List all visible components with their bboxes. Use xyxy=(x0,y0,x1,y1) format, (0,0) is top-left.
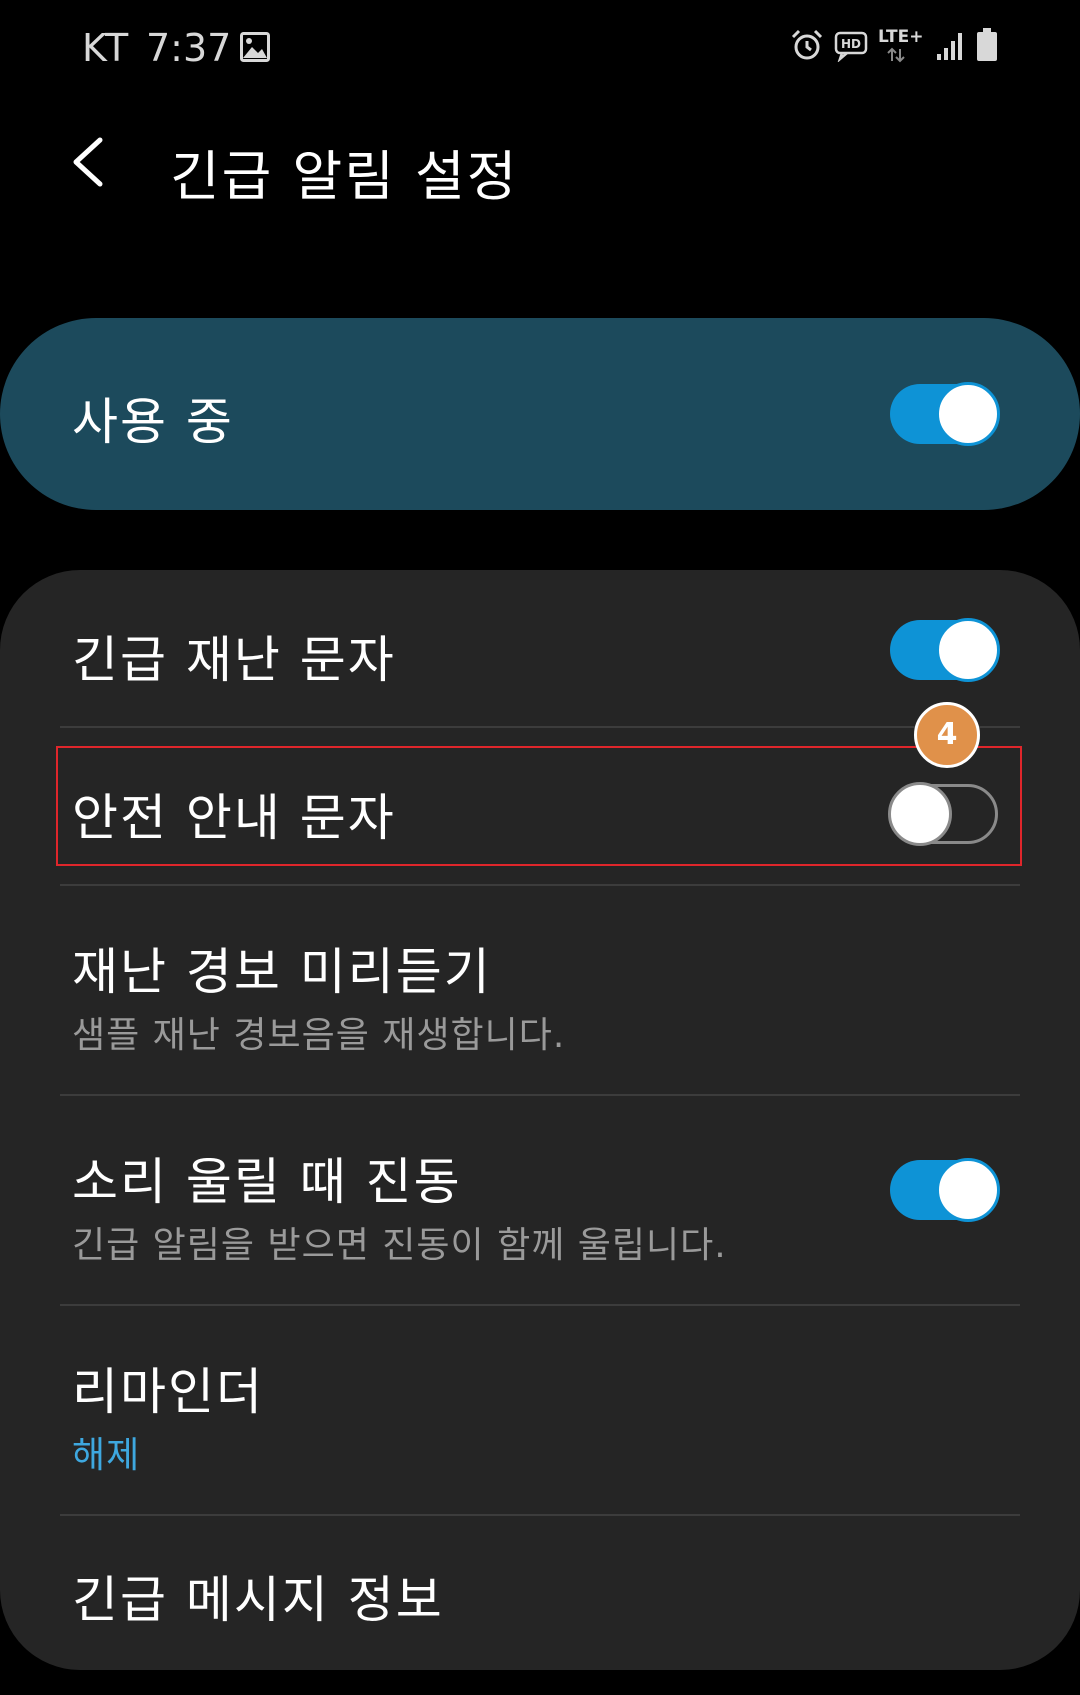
alarm-icon xyxy=(790,28,824,66)
setting-row-reminder[interactable]: 리마인더 해제 xyxy=(0,1306,1080,1516)
vibrate-on-sound-toggle[interactable] xyxy=(890,1158,1000,1222)
image-icon xyxy=(240,32,270,62)
status-icons: HD LTE+ xyxy=(790,26,1000,72)
divider xyxy=(60,726,1020,728)
master-switch-label: 사용 중 xyxy=(72,393,234,451)
status-bar: KT 7:37 HD LTE+ xyxy=(0,0,1080,96)
setting-subtitle: 샘플 재난 경보음을 재생합니다. xyxy=(72,1015,566,1056)
page-title: 긴급 알림 설정 xyxy=(170,145,519,208)
setting-value: 해제 xyxy=(72,1435,141,1476)
hd-voice-icon: HD xyxy=(834,30,870,66)
setting-subtitle: 긴급 알림을 받으면 진동이 함께 울립니다. xyxy=(72,1225,727,1266)
setting-row-disaster-alert-preview[interactable]: 재난 경보 미리듣기 샘플 재난 경보음을 재생합니다. xyxy=(0,886,1080,1096)
settings-list: 긴급 재난 문자 안전 안내 문자 4 재난 경보 미리듣기 샘플 재난 경보음… xyxy=(0,570,1080,1670)
step-badge: 4 xyxy=(914,702,980,768)
toggle-knob xyxy=(936,1158,1000,1222)
emergency-disaster-text-toggle[interactable] xyxy=(890,618,1000,682)
svg-text:LTE+: LTE+ xyxy=(878,27,923,47)
clock-time: 7:37 xyxy=(146,26,232,70)
setting-title: 긴급 메시지 정보 xyxy=(72,1571,444,1629)
signal-icon xyxy=(936,30,966,66)
master-switch-card[interactable]: 사용 중 xyxy=(0,318,1080,510)
svg-text:HD: HD xyxy=(841,37,861,51)
toggle-knob xyxy=(936,618,1000,682)
master-toggle[interactable] xyxy=(890,382,1000,446)
carrier-label: KT xyxy=(82,26,130,70)
battery-icon xyxy=(976,28,998,66)
setting-row-emergency-disaster-text[interactable]: 긴급 재난 문자 xyxy=(0,570,1080,730)
setting-row-vibrate-on-sound[interactable]: 소리 울릴 때 진동 긴급 알림을 받으면 진동이 함께 울립니다. xyxy=(0,1096,1080,1306)
chevron-left-icon xyxy=(73,137,103,187)
setting-title: 긴급 재난 문자 xyxy=(72,631,396,689)
app-bar: 긴급 알림 설정 xyxy=(0,110,1080,220)
lte-plus-icon: LTE+ xyxy=(878,24,930,68)
highlight-box xyxy=(56,746,1022,866)
toggle-knob xyxy=(936,382,1000,446)
setting-row-emergency-message-info[interactable]: 긴급 메시지 정보 xyxy=(0,1516,1080,1670)
back-button[interactable] xyxy=(58,130,122,194)
setting-title: 리마인더 xyxy=(72,1363,264,1421)
setting-title: 재난 경보 미리듣기 xyxy=(72,943,492,1001)
setting-title: 소리 울릴 때 진동 xyxy=(72,1153,462,1211)
